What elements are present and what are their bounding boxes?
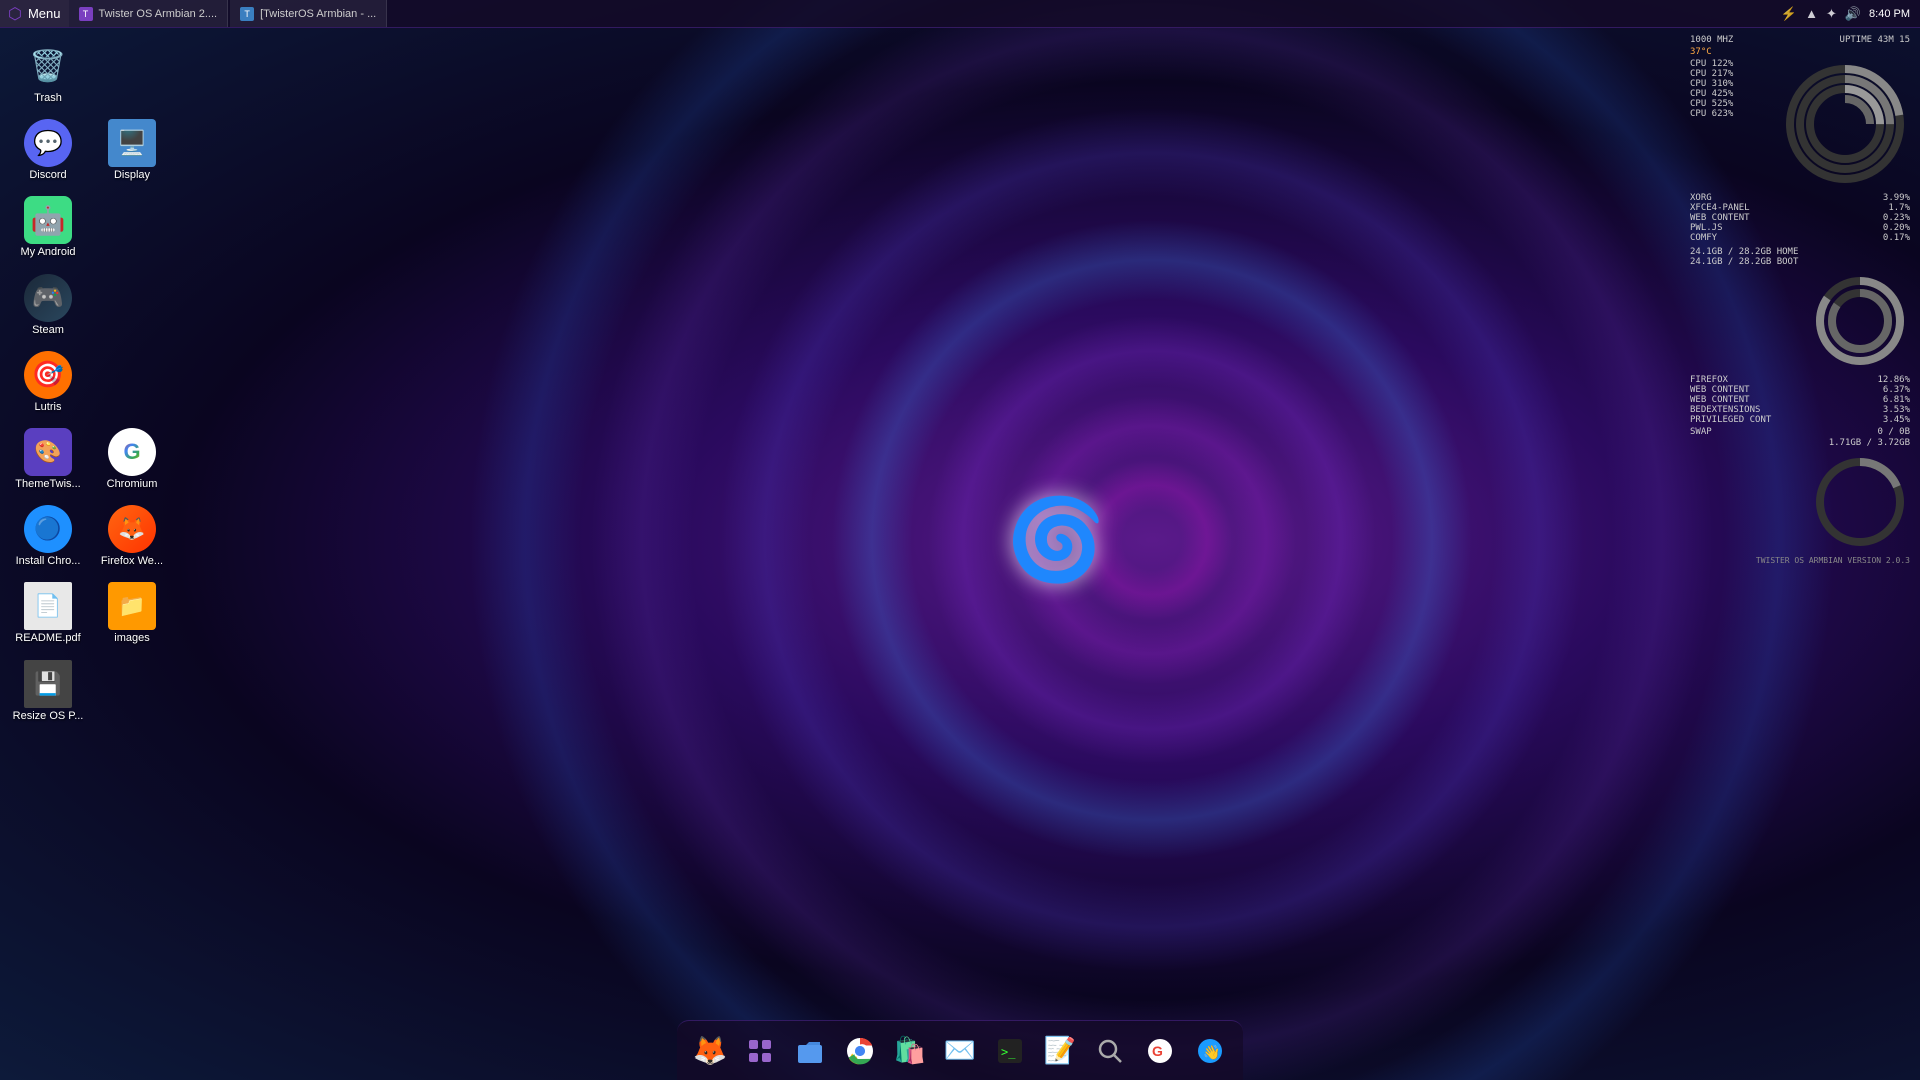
wallpaper: 🌀: [0, 0, 1920, 1080]
version-text: TWISTER OS ARMBIAN VERSION 2.0.3: [1690, 556, 1910, 565]
lutris-label: Lutris: [35, 401, 62, 414]
dock: 🦊 🛍️ ✉️ >_: [677, 1020, 1243, 1080]
apps-grid-icon: [747, 1038, 773, 1064]
swap-info: SWAP0 / 0B: [1690, 427, 1910, 437]
tab1-label: Twister OS Armbian 2....: [99, 8, 218, 20]
menu-button[interactable]: ⬡ Menu: [0, 0, 69, 27]
cpu-temp: 37°C: [1690, 47, 1712, 57]
menu-label: Menu: [28, 6, 61, 21]
themetwist-label: ThemeTwis...: [15, 478, 80, 491]
desktop-icon-steam[interactable]: 🎮 Steam: [8, 270, 88, 341]
taskbar-right: ⚡ ▲ ✦ 🔊 8:40 PM: [1771, 6, 1920, 22]
google-icon: G: [1147, 1038, 1173, 1064]
svg-text:G: G: [1152, 1043, 1163, 1059]
firefox-we-label: Firefox We...: [101, 555, 163, 568]
steam-label: Steam: [32, 324, 64, 337]
dock-files[interactable]: [787, 1028, 833, 1074]
disk-charts: [1690, 271, 1910, 371]
desktop-icon-readme[interactable]: 📄 README.pdf: [8, 578, 88, 649]
disk-usage: 24.1GB / 28.2GB HOME 24.1GB / 28.2GB BOO…: [1690, 247, 1910, 267]
taskbar-tab-1[interactable]: T Twister OS Armbian 2....: [69, 0, 229, 27]
taskbar-tab-2[interactable]: T [TwisterOS Armbian - ...: [230, 0, 387, 27]
desktop-icon-trash[interactable]: 🗑️ Trash: [8, 38, 88, 109]
desktop-icon-install-chro[interactable]: 🔵 Install Chro...: [8, 501, 88, 572]
desktop-icon-display[interactable]: 🖥️ Display: [92, 115, 172, 186]
readme-label: README.pdf: [15, 632, 80, 645]
search-icon: [1097, 1038, 1123, 1064]
svg-text:👋: 👋: [1203, 1044, 1220, 1061]
bluetooth-icon: ✦: [1826, 6, 1837, 22]
process-list: XORG3.99% XFCE4-PANEL1.7% WEB CONTENT0.2…: [1690, 193, 1910, 243]
resize-os-label: Resize OS P...: [13, 710, 84, 723]
chromium-dock-icon: [846, 1037, 874, 1065]
cpu-freq: 1000 MHZ: [1690, 35, 1733, 45]
images-label: images: [114, 632, 149, 645]
tab2-label: [TwisterOS Armbian - ...: [260, 8, 376, 20]
dock-google[interactable]: G: [1137, 1028, 1183, 1074]
wifi-icon: ▲: [1805, 6, 1818, 21]
display-label: Display: [114, 169, 150, 182]
assistant-icon: 👋: [1197, 1038, 1223, 1064]
system-monitor: 1000 MHZ UPTIME 43M 15 37°C CPU 122% CPU…: [1690, 35, 1910, 565]
taskbar-tabs: T Twister OS Armbian 2.... T [TwisterOS …: [69, 0, 1771, 27]
files-icon: [796, 1037, 824, 1065]
dock-email[interactable]: ✉️: [937, 1028, 983, 1074]
desktop-icon-firefox-we[interactable]: 🦊 Firefox We...: [92, 501, 172, 572]
desktop-icon-images[interactable]: 📁 images: [92, 578, 172, 649]
uptime: UPTIME 43M 15: [1840, 35, 1910, 45]
install-chro-label: Install Chro...: [16, 555, 81, 568]
desktop-icon-lutris[interactable]: 🎯 Lutris: [8, 347, 88, 418]
chromium-label: Chromium: [107, 478, 158, 491]
wallpaper-logo: 🌀: [996, 480, 1116, 600]
battery-icon: ⚡: [1781, 6, 1797, 22]
dock-search[interactable]: [1087, 1028, 1133, 1074]
dock-terminal[interactable]: >_: [987, 1028, 1033, 1074]
desktop-icon-my-android[interactable]: 🤖 My Android: [8, 192, 88, 263]
svg-text:>_: >_: [1001, 1045, 1016, 1059]
desktop-icon-resize-os[interactable]: 💾 Resize OS P...: [8, 656, 88, 727]
dock-firefox[interactable]: 🦊: [687, 1028, 733, 1074]
dock-chromium[interactable]: [837, 1028, 883, 1074]
desktop-icon-chromium[interactable]: G Chromium: [92, 424, 172, 495]
terminal-icon: >_: [997, 1038, 1023, 1064]
mem-info: 1.71GB / 3.72GB: [1690, 438, 1910, 448]
tab2-favicon: T: [240, 7, 254, 21]
discord-label: Discord: [29, 169, 66, 182]
volume-icon: 🔊: [1845, 6, 1861, 22]
trash-label: Trash: [34, 92, 62, 105]
dock-apps[interactable]: [737, 1028, 783, 1074]
desktop-icon-themetwist[interactable]: 🎨 ThemeTwis...: [8, 424, 88, 495]
mem-process-list: FIREFOX12.86% WEB CONTENT6.37% WEB CONTE…: [1690, 375, 1910, 425]
dock-text-editor[interactable]: 📝: [1037, 1028, 1083, 1074]
dock-assistant[interactable]: 👋: [1187, 1028, 1233, 1074]
my-android-label: My Android: [20, 246, 75, 259]
mem-chart: [1690, 452, 1910, 552]
clock: 8:40 PM: [1869, 8, 1910, 20]
taskbar: ⬡ Menu T Twister OS Armbian 2.... T [Twi…: [0, 0, 1920, 28]
tab1-favicon: T: [79, 7, 93, 21]
menu-icon: ⬡: [8, 4, 22, 24]
dock-store[interactable]: 🛍️: [887, 1028, 933, 1074]
cpu-ring-chart: [1780, 59, 1910, 189]
desktop-icon-discord[interactable]: 💬 Discord: [8, 115, 88, 186]
